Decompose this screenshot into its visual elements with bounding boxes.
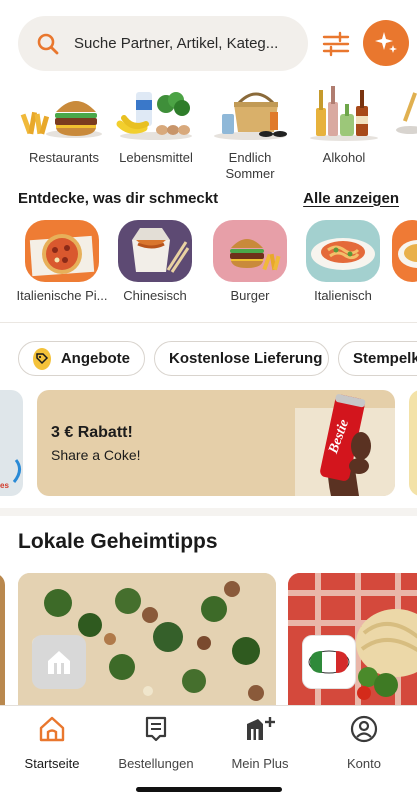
nav-home[interactable]: Startseite [0,714,104,771]
nav-label: Mein Plus [231,756,289,771]
chip-label: Stempelk [353,350,417,367]
category-label: Restaurants [28,150,100,165]
divider [0,322,417,323]
discover-header: Entdecke, was dir schmeckt Alle anzeigen [18,188,399,208]
coke-can-image: Bestie [295,394,395,496]
tip-card-pizza[interactable] [18,573,276,707]
local-tips-carousel [0,573,417,707]
italian-flag-logo-icon [308,650,350,674]
partial-cuisine-image [392,220,417,282]
cuisine-italian[interactable]: Italienisch [295,220,391,303]
promo-title: 3 € Rabatt! [51,424,133,441]
nav-label: Bestellungen [118,756,194,771]
promo-card-coke[interactable]: 3 € Rabatt! Share a Coke! Bestie [37,390,395,496]
promo-card-next[interactable] [409,390,417,496]
tag-icon [33,347,51,370]
nav-plus[interactable]: Mein Plus [208,714,312,771]
alcohol-image [298,84,390,144]
sparkle-icon [375,32,397,53]
category-restaurants[interactable]: Restaurants [18,84,110,166]
summer-image [204,84,296,144]
nav-account[interactable]: Konto [312,714,416,771]
section-divider [0,508,417,516]
home-icon [39,716,65,742]
cuisine-label: Italienisch [314,288,372,303]
nav-orders[interactable]: Bestellungen [104,714,208,771]
cuisine-label: Burger [230,288,270,303]
search-input[interactable] [74,35,289,52]
italian-image [306,220,380,282]
nav-label: Startseite [24,756,80,771]
search-icon [37,33,59,54]
see-all-link[interactable]: Alle anzeigen [303,190,399,207]
local-tips-title: Lokale Geheimtipps [18,530,218,553]
category-label: Lebensmittel [119,150,193,165]
promo-carousel: es 3 € Rabatt! Share a Coke! Bestie [0,390,417,496]
cuisine-label: Chinesisch [123,288,187,303]
groceries-image [110,84,202,144]
category-summer[interactable]: Endlich Sommer [204,84,296,182]
italian-pizza-image [25,220,99,282]
restaurants-image [18,84,110,144]
account-icon [350,715,378,743]
cuisine-italian-pizza[interactable]: Italienische Pi... [14,220,110,303]
assistant-button[interactable] [363,20,409,66]
chip-offers[interactable]: Angebote [18,341,145,376]
plus-membership-icon [247,717,275,740]
house-logo-icon [48,651,70,674]
cuisine-burger[interactable]: Burger [202,220,298,303]
category-partial[interactable] [396,84,417,144]
nav-label: Konto [347,756,381,771]
chip-free-delivery[interactable]: Kostenlose Lieferung [154,341,329,376]
category-alcohol[interactable]: Alkohol [298,84,390,166]
partner-logo [32,635,86,689]
partner-logo [302,635,356,689]
partial-category-image [396,84,417,144]
filter-chips: Angebote Kostenlose Lieferung Stempelk [18,341,417,377]
search-row [18,16,409,71]
svg-text:es: es [0,481,9,490]
cuisine-label: Italienische Pi... [16,288,108,303]
category-row: Restaurants Lebensmittel Endlich Sommer … [0,84,417,184]
cuisine-chinese[interactable]: Chinesisch [107,220,203,303]
chip-stamps[interactable]: Stempelk [338,341,417,376]
chip-label: Kostenlose Lieferung [169,350,323,367]
tip-card-pasta[interactable] [288,573,417,707]
cuisine-partial[interactable] [392,220,417,282]
search-bar[interactable] [18,16,308,71]
receipt-icon [145,716,167,742]
discover-title: Entdecke, was dir schmeckt [18,189,219,207]
filter-sliders-icon[interactable] [321,29,351,59]
home-indicator[interactable] [136,787,282,792]
chinese-image [118,220,192,282]
category-label: Endlich Sommer [225,150,275,181]
tip-card-previous[interactable] [0,573,5,707]
cuisine-row: Italienische Pi... Chinesisch Burger Ita… [0,220,417,310]
promo-subtitle: Share a Coke! [51,447,141,463]
category-label: Alkohol [322,150,366,165]
category-groceries[interactable]: Lebensmittel [110,84,202,166]
chip-label: Angebote [60,350,130,367]
burger-image [213,220,287,282]
bottom-navigation: Startseite Bestellungen Mein Plus Konto [0,705,417,800]
promo-card-previous[interactable]: es [0,390,23,496]
